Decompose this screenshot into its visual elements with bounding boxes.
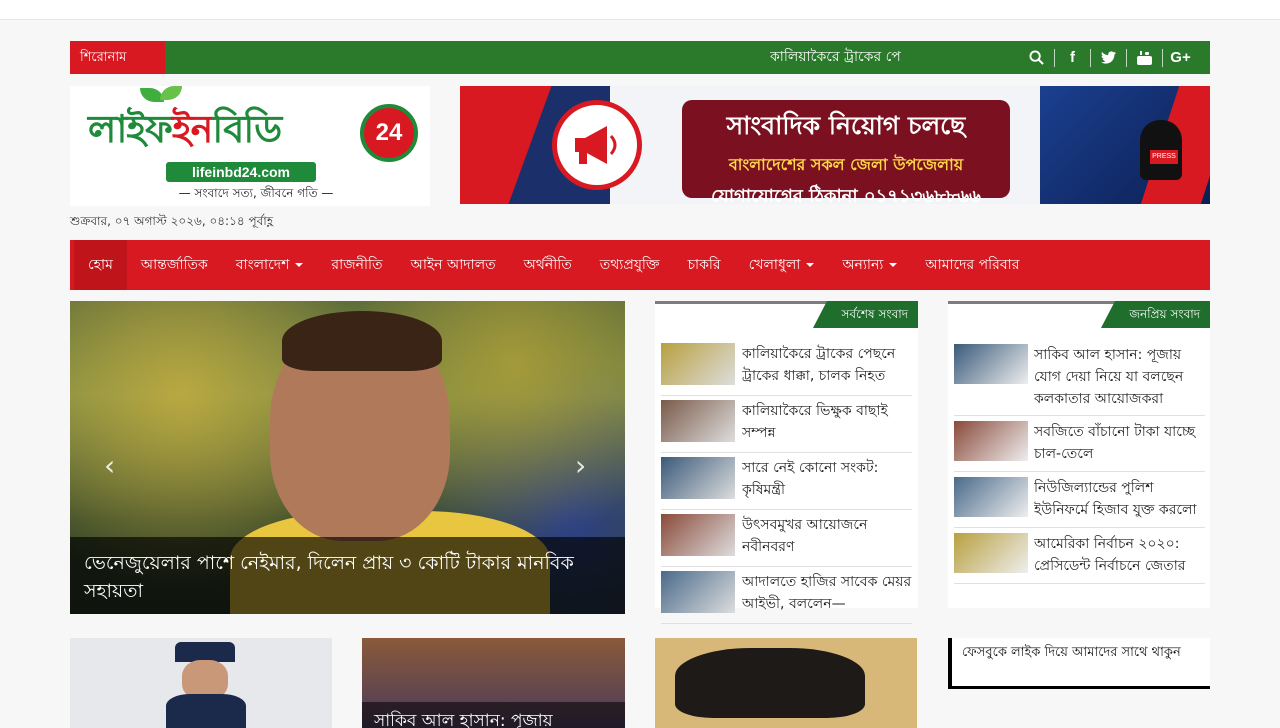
nav-item-label: তথ্যপ্রযুক্তি xyxy=(599,257,660,273)
current-date: শুক্রবার, ০৭ অগাস্ট ২০২৬, ০৪:১৪ পূর্বাহ্… xyxy=(70,214,274,228)
nav-item[interactable]: আমাদের পরিবার xyxy=(911,240,1033,290)
headline-ticker: শিরোনাম কালিয়াকৈরে ট্রাকের পে f G+ xyxy=(70,41,1210,74)
nav-item-label: রাজনীতি xyxy=(331,257,383,273)
news-thumbnail xyxy=(661,571,735,613)
banner-line-2: বাংলাদেশের সকল জেলা উপজেলায় xyxy=(728,155,964,174)
latest-news-item[interactable]: সারে নেই কোনো সংকট: কৃষিমন্ত্রী xyxy=(661,453,912,510)
news-headline[interactable]: সবজিতে বাঁচানো টাকা যাচ্ছে চাল-তেলে xyxy=(1034,421,1205,465)
nav-item-label: অন্যান্য xyxy=(842,257,884,273)
news-thumbnail xyxy=(954,344,1028,384)
latest-news-item[interactable]: আদালতে হাজির সাবেক মেয়র আইভী, বললেন— xyxy=(661,567,912,624)
nav-item[interactable]: তথ্যপ্রযুক্তি xyxy=(586,240,674,290)
nav-item-label: বাংলাদেশ xyxy=(235,257,290,273)
news-card[interactable] xyxy=(655,638,917,728)
social-links: f G+ xyxy=(1018,41,1198,74)
card-photo-cap xyxy=(175,642,235,662)
press-label: PRESS xyxy=(1150,150,1178,164)
banner-line-1: সাংবাদিক নিয়োগ চলছে xyxy=(726,111,966,140)
news-thumbnail xyxy=(954,533,1028,573)
leaf-icon xyxy=(160,86,182,100)
site-logo[interactable]: লাইফইনবিডি 24 lifeinbd24.com — সংবাদে সত… xyxy=(70,86,430,206)
nav-item-label: খেলাধুলা xyxy=(748,257,801,273)
news-thumbnail xyxy=(661,457,735,499)
nav-item-label: চাকরি xyxy=(687,257,721,273)
news-headline[interactable]: আমেরিকা নির্বাচন ২০২০: প্রেসিডেন্ট নির্ব… xyxy=(1034,533,1205,577)
slider-prev-arrow[interactable]: ‹ xyxy=(104,449,115,482)
slider-next-arrow[interactable]: › xyxy=(575,449,586,482)
news-headline[interactable]: সাকিব আল হাসান: পূজায় যোগ দেয়া নিয়ে য… xyxy=(1034,344,1205,410)
popular-news-title: জনপ্রিয় সংবাদ xyxy=(1101,301,1210,328)
facebook-like-box[interactable]: ফেসবুকে লাইক দিয়ে আমাদের সাথে থাকুন xyxy=(948,638,1210,689)
nav-item-label: অর্থনীতি xyxy=(523,257,572,273)
popular-news-item[interactable]: সাকিব আল হাসান: পূজায় যোগ দেয়া নিয়ে য… xyxy=(954,339,1205,416)
main-navigation: হোম আন্তর্জাতিক বাংলাদেশ রাজনীতি আইন আদালত অর… xyxy=(70,240,1210,290)
logo-domain: lifeinbd24.com xyxy=(166,162,316,182)
nav-item[interactable]: খেলাধুলা xyxy=(735,240,829,290)
facebook-icon[interactable]: f xyxy=(1054,48,1090,67)
news-thumbnail xyxy=(661,514,735,556)
logo-wordmark: লাইফইনবিডি xyxy=(88,100,282,164)
search-icon[interactable] xyxy=(1018,49,1054,67)
recruitment-banner[interactable]: সাংবাদিক নিয়োগ চলছে বাংলাদেশের সকল জেলা… xyxy=(460,86,1210,204)
nav-item[interactable]: হোম xyxy=(74,240,127,290)
megaphone-icon xyxy=(552,100,642,190)
nav-item[interactable]: অর্থনীতি xyxy=(510,240,586,290)
logo-word-in: ইন xyxy=(171,106,213,151)
news-thumbnail xyxy=(954,421,1028,461)
news-headline[interactable]: কালিয়াকৈরে ভিক্ষুক বাছাই সম্পন্ন xyxy=(742,400,912,448)
nav-item[interactable]: অন্যান্য xyxy=(828,240,911,290)
twitter-icon[interactable] xyxy=(1090,48,1126,67)
popular-news-item[interactable]: আমেরিকা নির্বাচন ২০২০: প্রেসিডেন্ট নির্ব… xyxy=(954,528,1205,584)
card-photo-uniform xyxy=(166,694,246,728)
news-thumbnail xyxy=(661,343,735,385)
ticker-label: শিরোনাম xyxy=(70,41,165,74)
latest-news-item[interactable]: কালিয়াকৈরে ট্রাকের পেছনে ট্রাকের ধাক্কা… xyxy=(661,339,912,396)
nav-item[interactable]: আইন আদালত xyxy=(397,240,510,290)
popular-news-widget: জনপ্রিয় সংবাদ সাকিব আল হাসান: পূজায় যো… xyxy=(948,301,1210,608)
nav-item-label: হোম xyxy=(88,257,113,273)
nav-item[interactable]: বাংলাদেশ xyxy=(222,240,318,290)
news-thumbnail xyxy=(661,400,735,442)
logo-word-bd: বিডি xyxy=(212,106,282,151)
news-card-caption: সাকিব আল হাসান: পূজায় xyxy=(362,702,625,728)
banner-text-box: সাংবাদিক নিয়োগ চলছে বাংলাদেশের সকল জেলা… xyxy=(682,100,1010,204)
slider-photo-hair xyxy=(282,311,442,371)
youtube-icon[interactable] xyxy=(1126,48,1162,67)
latest-news-list: কালিয়াকৈরে ট্রাকের পেছনে ট্রাকের ধাক্কা… xyxy=(661,339,912,624)
nav-item-label: আইন আদালত xyxy=(410,257,496,273)
news-card[interactable]: সাকিব আল হাসান: পূজায় xyxy=(362,638,625,728)
logo-24-badge: 24 xyxy=(360,104,418,162)
popular-news-item[interactable]: নিউজিল্যান্ডের পুলিশ ইউনিফর্মে হিজাব যুক… xyxy=(954,472,1205,528)
caret-down-icon xyxy=(889,263,898,267)
logo-word-life: লাইফ xyxy=(88,106,173,151)
google-plus-icon[interactable]: G+ xyxy=(1162,48,1198,67)
latest-news-item[interactable]: উৎসবমুখর আয়োজনে নবীনবরণ xyxy=(661,510,912,567)
nav-item[interactable]: রাজনীতি xyxy=(317,240,396,290)
news-headline[interactable]: কালিয়াকৈরে ট্রাকের পেছনে ট্রাকের ধাক্কা… xyxy=(742,343,912,391)
caret-down-icon xyxy=(295,263,304,267)
news-headline[interactable]: নিউজিল্যান্ডের পুলিশ ইউনিফর্মে হিজাব যুক… xyxy=(1034,477,1205,521)
latest-news-title: সর্বশেষ সংবাদ xyxy=(813,301,918,328)
news-headline[interactable]: আদালতে হাজির সাবেক মেয়র আইভী, বললেন— xyxy=(742,571,912,619)
popular-news-list: সাকিব আল হাসান: পূজায় যোগ দেয়া নিয়ে য… xyxy=(954,339,1205,584)
nav-item-label: আন্তর্জাতিক xyxy=(140,257,208,273)
news-headline[interactable]: উৎসবমুখর আয়োজনে নবীনবরণ xyxy=(742,514,912,562)
featured-slider[interactable]: ‹ › ভেনেজুয়েলার পাশে নেইমার, দিলেন প্রা… xyxy=(70,301,625,614)
news-card[interactable] xyxy=(70,638,332,728)
caret-down-icon xyxy=(806,263,815,267)
slider-caption[interactable]: ভেনেজুয়েলার পাশে নেইমার, দিলেন প্রায় ৩… xyxy=(70,537,625,614)
nav-item-label: আমাদের পরিবার xyxy=(925,257,1020,273)
card-photo-animal xyxy=(675,648,865,718)
popular-news-item[interactable]: সবজিতে বাঁচানো টাকা যাচ্ছে চাল-তেলে xyxy=(954,416,1205,472)
news-headline[interactable]: সারে নেই কোনো সংকট: কৃষিমন্ত্রী xyxy=(742,457,912,505)
ticker-headline[interactable]: কালিয়াকৈরে ট্রাকের পে xyxy=(770,41,950,74)
logo-tagline: — সংবাদে সত্য, জীবনে গতি — xyxy=(178,186,334,200)
nav-item[interactable]: চাকরি xyxy=(674,240,735,290)
latest-news-widget: সর্বশেষ সংবাদ কালিয়াকৈরে ট্রাকের পেছনে … xyxy=(655,301,918,624)
latest-news-item[interactable]: কালিয়াকৈরে ভিক্ষুক বাছাই সম্পন্ন xyxy=(661,396,912,453)
nav-item[interactable]: আন্তর্জাতিক xyxy=(127,240,222,290)
banner-line-3: যোগাযোগের ঠিকানা ০১৭১৩৬৮৮৬৬ xyxy=(711,186,981,204)
page-container: শিরোনাম কালিয়াকৈরে ট্রাকের পে f G+ লাইফ… xyxy=(70,0,1210,728)
news-thumbnail xyxy=(954,477,1028,517)
